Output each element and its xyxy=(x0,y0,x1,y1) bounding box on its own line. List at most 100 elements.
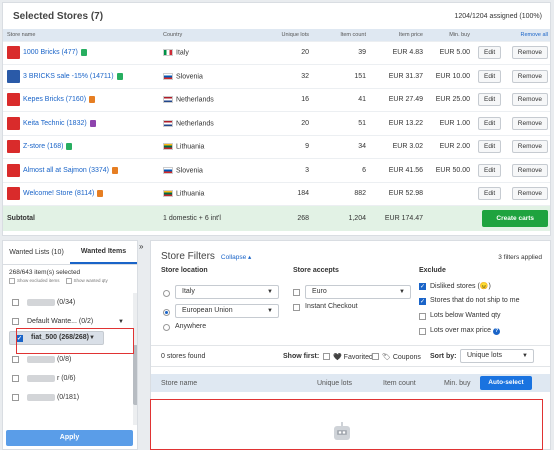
col-item-price: Item price xyxy=(370,29,427,41)
col-min-buy: Min. buy xyxy=(427,29,474,41)
min-buy xyxy=(427,181,474,206)
show-first-label: Show first: xyxy=(283,353,320,360)
exclude-option-label: Lots below Wanted qty xyxy=(430,312,501,319)
store-name-link[interactable]: 1000 Bricks (477) xyxy=(23,49,78,56)
exclude-checkbox[interactable]: ✓ xyxy=(419,298,426,305)
coupons-checkbox[interactable] xyxy=(372,353,379,360)
selected-stores-title: Selected Stores (7) xyxy=(13,10,104,22)
chevron-down-icon: ▼ xyxy=(267,289,273,295)
edit-button[interactable]: Edit xyxy=(478,69,502,83)
flag-icon xyxy=(163,49,173,57)
favorited-checkbox[interactable] xyxy=(323,353,330,360)
country-select[interactable]: Italy ▼ xyxy=(175,285,279,299)
currency-select-value: Euro xyxy=(312,288,327,295)
info-icon[interactable]: ? xyxy=(493,328,501,335)
tab-wanted-items[interactable]: Wanted Items xyxy=(70,241,137,264)
list-item-checkbox[interactable] xyxy=(12,299,19,306)
chevron-down-icon[interactable]: ▼ xyxy=(118,319,124,325)
list-item[interactable]: (0/181) xyxy=(9,388,132,407)
list-item-label: (0/34) xyxy=(56,299,76,306)
remove-button[interactable]: Remove xyxy=(511,187,548,201)
list-item[interactable]: (0/34) xyxy=(9,293,132,312)
currency-checkbox[interactable] xyxy=(293,289,300,296)
col-item-count: Item count xyxy=(313,29,370,41)
country-label: Netherlands xyxy=(176,96,214,104)
store-name-link[interactable]: 3 BRICKS sale -15% (14711) xyxy=(23,73,114,80)
region-select-value: European Union xyxy=(182,307,233,314)
edit-button[interactable]: Edit xyxy=(478,163,502,177)
auto-select-button[interactable]: Auto-select xyxy=(480,376,532,390)
show-excluded-checkbox[interactable] xyxy=(9,278,15,284)
show-excluded-option[interactable]: Show excluded items xyxy=(9,278,60,284)
lock-icon xyxy=(89,119,96,127)
store-name-link[interactable]: Z-store (168) xyxy=(23,143,63,150)
edit-button[interactable]: Edit xyxy=(478,140,502,154)
collapse-panel-icon[interactable]: » xyxy=(139,242,143,251)
stores-found: 0 stores found xyxy=(161,353,206,360)
store-location-label: Store location xyxy=(161,267,208,274)
selected-stores-panel: Selected Stores (7) 1204/1204 assigned (… xyxy=(2,2,551,236)
list-item[interactable]: r (0/6) xyxy=(9,369,132,388)
collapse-filters-link[interactable]: Collapse ▴ xyxy=(221,253,251,261)
list-item-label: (0/181) xyxy=(56,394,80,401)
redacted-name xyxy=(27,299,55,306)
unique-lots: 20 xyxy=(257,111,313,135)
item-count: 39 xyxy=(313,40,370,65)
instant-checkout-label: Instant Checkout xyxy=(305,303,358,310)
min-buy: EUR 10.00 xyxy=(427,64,474,88)
region-select[interactable]: European Union ▼ xyxy=(175,304,279,318)
filters-applied-count: 3 filters applied xyxy=(498,254,542,261)
show-wanted-qty-checkbox[interactable] xyxy=(65,278,72,284)
unique-lots: 16 xyxy=(257,87,313,112)
store-name-link[interactable]: Keita Technic (1832) xyxy=(23,120,87,127)
remove-button[interactable]: Remove xyxy=(511,140,548,154)
country-label: Lithuania xyxy=(176,190,205,198)
exclude-checkbox[interactable]: ✓ xyxy=(419,283,426,290)
remove-button[interactable]: Remove xyxy=(511,46,548,60)
scrollbar-thumb[interactable] xyxy=(133,345,137,405)
store-name-link[interactable]: Almost all at Sajmon (3374) xyxy=(23,167,109,174)
remove-button[interactable]: Remove xyxy=(511,163,548,177)
apply-button[interactable]: Apply xyxy=(6,430,133,446)
flag-icon xyxy=(163,166,173,174)
list-item-checkbox[interactable] xyxy=(12,356,19,363)
wanted-list: (0/34) Default Wante... (0/2) ▼ ✓ fiat_500 (… xyxy=(9,293,132,425)
wanted-tabs: Wanted Lists (10) Wanted Items xyxy=(3,241,137,265)
store-name-link[interactable]: Welcome! Store (8114) xyxy=(23,190,94,197)
list-item-checkbox[interactable] xyxy=(12,394,19,401)
unique-lots: 9 xyxy=(257,134,313,159)
create-carts-button[interactable]: Create carts xyxy=(482,209,548,227)
country-radio[interactable] xyxy=(163,290,170,297)
edit-button[interactable]: Edit xyxy=(478,187,502,201)
chevron-down-icon: ▼ xyxy=(399,289,405,295)
edit-button[interactable]: Edit xyxy=(478,46,502,60)
list-item-checkbox[interactable] xyxy=(12,318,19,325)
exclude-checkbox[interactable] xyxy=(419,313,426,320)
edit-button[interactable]: Edit xyxy=(478,116,502,130)
lock-icon xyxy=(97,190,104,198)
currency-select[interactable]: Euro ▼ xyxy=(305,285,411,299)
wanted-list-scrollbar[interactable] xyxy=(133,293,137,425)
exclude-label: Exclude xyxy=(419,267,446,274)
tab-wanted-lists[interactable]: Wanted Lists (10) xyxy=(3,241,70,264)
region-radio[interactable] xyxy=(163,309,170,316)
instant-checkout-checkbox[interactable] xyxy=(293,304,300,311)
list-item-label: (0/8) xyxy=(56,356,72,363)
remove-all-link[interactable]: Remove all xyxy=(520,32,548,38)
anywhere-radio[interactable] xyxy=(163,324,170,331)
flag-icon xyxy=(163,143,173,151)
show-wanted-qty-option[interactable]: Show wanted qty xyxy=(65,278,108,284)
unique-lots: 20 xyxy=(257,40,313,65)
store-icon xyxy=(7,69,20,83)
sort-select[interactable]: Unique lots ▼ xyxy=(460,349,534,363)
col-result-item-count: Item count xyxy=(383,380,416,387)
edit-button[interactable]: Edit xyxy=(478,93,502,107)
store-name-link[interactable]: Kepes Bricks (7160) xyxy=(23,96,86,103)
remove-button[interactable]: Remove xyxy=(511,69,548,83)
exclude-option-text: Stores that do not ship to me xyxy=(430,297,520,304)
exclude-checkbox[interactable] xyxy=(419,328,426,335)
remove-button[interactable]: Remove xyxy=(511,93,548,107)
remove-button[interactable]: Remove xyxy=(511,116,548,130)
list-item-checkbox[interactable] xyxy=(12,375,19,382)
subtotal-label: Subtotal xyxy=(3,205,159,231)
